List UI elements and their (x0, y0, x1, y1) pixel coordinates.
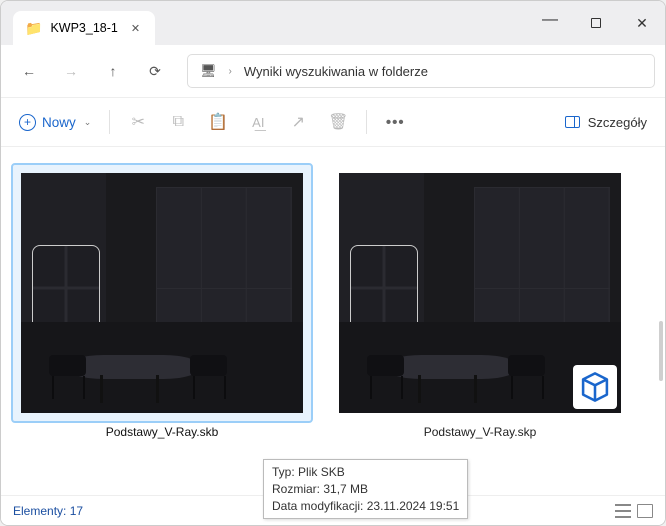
file-thumbnail (13, 165, 311, 421)
tooltip-size-label: Rozmiar: (272, 482, 320, 496)
minimize-button[interactable]: — (527, 0, 573, 42)
details-pane-icon (565, 116, 580, 128)
clipboard-icon: 📋 (208, 112, 228, 132)
titlebar: 📁 KWP3_18-1 ✕ — ✕ (1, 1, 665, 45)
view-toggles (615, 504, 653, 518)
view-large-button[interactable] (637, 504, 653, 518)
file-tooltip: Typ: Plik SKB Rozmiar: 31,7 MB Data mody… (263, 459, 468, 519)
toolbar-divider (109, 110, 110, 134)
status-count: 17 (70, 504, 83, 518)
close-button[interactable]: ✕ (619, 1, 665, 45)
rename-icon: A͟I (252, 115, 264, 130)
forward-button[interactable]: → (53, 53, 89, 89)
chevron-right-icon: › (229, 66, 232, 77)
toolbar: + Nowy ⌄ ✂ ⧉ 📋 A͟I ↗ 🗑 ••• Szczegóły (1, 97, 665, 147)
folder-icon: 📁 (25, 20, 42, 37)
refresh-button[interactable]: ⟳ (137, 53, 173, 89)
tooltip-date-label: Data modyfikacji: (272, 499, 363, 513)
copy-button[interactable]: ⧉ (158, 104, 198, 140)
toolbar-divider (366, 110, 367, 134)
rename-button[interactable]: A͟I (238, 104, 278, 140)
scrollbar[interactable] (659, 321, 663, 381)
file-explorer-window: 📁 KWP3_18-1 ✕ — ✕ ← → ↑ ⟳ 🖥 › Wyniki wys… (0, 0, 666, 526)
tooltip-type-value: Plik SKB (298, 465, 345, 479)
share-button[interactable]: ↗ (278, 104, 318, 140)
more-button[interactable]: ••• (375, 104, 415, 140)
file-item[interactable]: Podstawy_V-Ray.skp (331, 165, 629, 477)
details-pane-button[interactable]: Szczegóły (555, 109, 657, 136)
monitor-icon: 🖥 (200, 63, 217, 79)
nav-bar: ← → ↑ ⟳ 🖥 › Wyniki wyszukiwania w folder… (1, 45, 665, 97)
trash-icon: 🗑 (328, 112, 348, 132)
tab-close-icon[interactable]: ✕ (126, 20, 145, 37)
plus-circle-icon: + (19, 114, 36, 131)
file-thumbnail (331, 165, 629, 421)
share-icon: ↗ (292, 112, 305, 132)
chevron-down-icon: ⌄ (84, 117, 92, 128)
copy-icon: ⧉ (173, 113, 184, 131)
new-button-label: Nowy (42, 115, 76, 130)
maximize-button[interactable] (573, 1, 619, 45)
file-name: Podstawy_V-Ray.skb (106, 425, 219, 439)
details-button-label: Szczegóły (588, 115, 647, 130)
up-button[interactable]: ↑ (95, 53, 131, 89)
tooltip-date-value: 23.11.2024 19:51 (367, 499, 460, 513)
file-item[interactable]: Podstawy_V-Ray.skb (13, 165, 311, 477)
tab-title: KWP3_18-1 (50, 21, 117, 35)
tooltip-type-label: Typ: (272, 465, 295, 479)
tooltip-size-value: 31,7 MB (323, 482, 368, 496)
scissors-icon: ✂ (132, 112, 145, 132)
more-icon: ••• (386, 114, 405, 131)
file-list: Podstawy_V-Ray.skb (1, 147, 665, 495)
paste-button[interactable]: 📋 (198, 104, 238, 140)
delete-button[interactable]: 🗑 (318, 104, 358, 140)
cut-button[interactable]: ✂ (118, 104, 158, 140)
new-button[interactable]: + Nowy ⌄ (9, 108, 101, 137)
file-name: Podstawy_V-Ray.skp (424, 425, 537, 439)
back-button[interactable]: ← (11, 53, 47, 89)
sketchup-app-icon (573, 365, 617, 409)
window-tab[interactable]: 📁 KWP3_18-1 ✕ (13, 11, 155, 45)
breadcrumb[interactable]: 🖥 › Wyniki wyszukiwania w folderze (187, 54, 655, 88)
view-list-button[interactable] (615, 504, 631, 518)
status-label: Elementy: (13, 504, 66, 518)
window-controls: — ✕ (527, 1, 665, 45)
breadcrumb-text: Wyniki wyszukiwania w folderze (244, 64, 428, 79)
